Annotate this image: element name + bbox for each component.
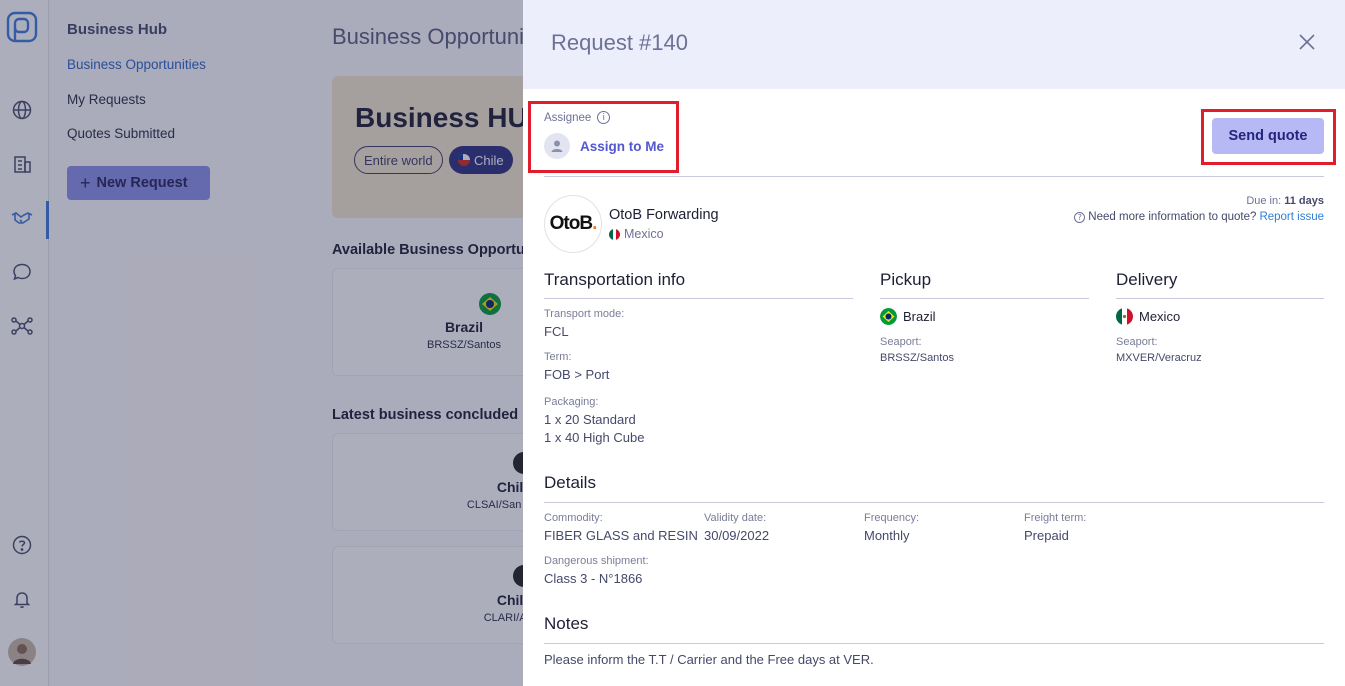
delivery-seaport-label: Seaport:	[1116, 336, 1158, 348]
transport-mode-value: FCL	[544, 324, 569, 339]
company-name: OtoB Forwarding	[609, 207, 719, 223]
drawer-header: Request #140	[523, 0, 1345, 89]
details-title: Details	[544, 473, 596, 492]
term-label: Term:	[544, 351, 572, 363]
pickup-seaport-value: BRSSZ/Santos	[880, 352, 954, 364]
pickup-seaport-label: Seaport:	[880, 336, 922, 348]
dangerous-value: Class 3 - N°1866	[544, 571, 643, 586]
company-country-label: Mexico	[624, 227, 664, 241]
frequency-value: Monthly	[864, 528, 910, 543]
due-date: Due in: 11 days	[1246, 195, 1324, 207]
info-icon[interactable]: i	[597, 111, 611, 124]
pickup-title: Pickup	[880, 270, 932, 289]
notes-divider	[544, 643, 1324, 644]
due-prefix: Due in:	[1246, 195, 1282, 207]
assignee-label-text: Assignee	[544, 111, 592, 124]
transport-divider	[544, 298, 853, 299]
commodity-value: FIBER GLASS and RESIN	[544, 528, 698, 543]
pickup-divider	[880, 298, 1089, 299]
request-drawer: Request #140 Assignee i Assign to Me Sen…	[523, 0, 1345, 686]
delivery-country: Mexico	[1116, 308, 1180, 325]
mexico-flag-icon	[1116, 308, 1133, 325]
frequency-label: Frequency:	[864, 512, 920, 524]
notes-text: Please inform the T.T / Carrier and the …	[544, 652, 874, 667]
transport-title: Transportation info	[544, 270, 686, 289]
close-icon[interactable]	[1297, 32, 1317, 52]
validity-label: Validity date:	[704, 512, 767, 524]
pickup-country: Brazil	[880, 308, 936, 325]
due-value: 11 days	[1284, 195, 1324, 207]
more-info-row: ? Need more information to quote? Report…	[1074, 211, 1324, 223]
mexico-flag-icon	[609, 228, 620, 240]
send-quote-button[interactable]: Send quote	[1212, 118, 1324, 154]
packaging-value: 1 x 40 High Cube	[544, 430, 645, 445]
packaging-value: 1 x 20 Standard	[544, 412, 636, 427]
modal-backdrop[interactable]	[0, 0, 523, 686]
header-divider	[544, 176, 1324, 177]
dangerous-label: Dangerous shipment:	[544, 555, 649, 567]
commodity-label: Commodity:	[544, 512, 603, 524]
pickup-country-label: Brazil	[903, 309, 936, 324]
request-title: Request #140	[551, 30, 688, 55]
freight-value: Prepaid	[1024, 528, 1069, 543]
delivery-divider	[1116, 298, 1324, 299]
freight-label: Freight term:	[1024, 512, 1087, 524]
validity-value: 30/09/2022	[704, 528, 770, 543]
user-placeholder-icon	[544, 133, 570, 159]
assignee-label: Assignee i	[544, 111, 611, 124]
assign-row: Assign to Me	[544, 133, 664, 159]
assign-to-me-link[interactable]: Assign to Me	[580, 139, 664, 154]
report-issue-link[interactable]: Report issue	[1259, 211, 1324, 223]
delivery-country-label: Mexico	[1139, 309, 1181, 324]
company-logo: OtoB.	[544, 195, 602, 253]
more-info-text: Need more information to quote?	[1088, 211, 1257, 223]
notes-title: Notes	[544, 614, 589, 633]
question-icon: ?	[1074, 211, 1086, 223]
brazil-flag-icon	[880, 308, 897, 325]
delivery-title: Delivery	[1116, 270, 1178, 289]
delivery-seaport-value: MXVER/Veracruz	[1116, 352, 1202, 364]
company-country: Mexico	[609, 227, 664, 241]
details-divider	[544, 502, 1324, 503]
term-value: FOB > Port	[544, 367, 610, 382]
packaging-label: Packaging:	[544, 396, 599, 408]
transport-mode-label: Transport mode:	[544, 308, 625, 320]
